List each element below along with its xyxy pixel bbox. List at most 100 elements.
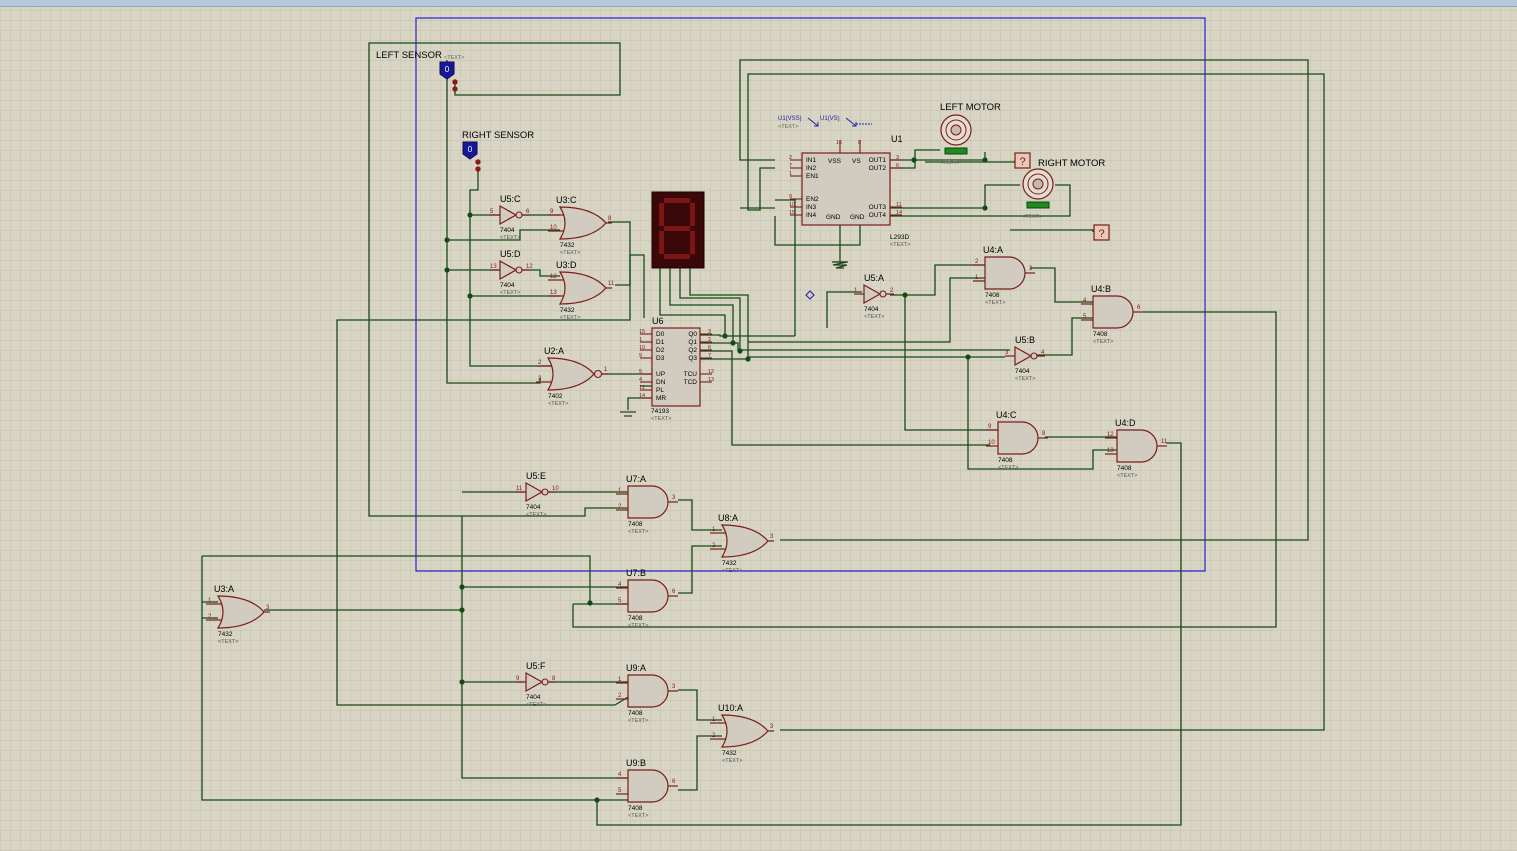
- gate-name-label: U4:B: [1091, 284, 1111, 294]
- inversion-bubble: [515, 266, 523, 274]
- gate-name-label: U5:E: [526, 471, 546, 481]
- gate-pin-number: 12: [1107, 432, 1114, 438]
- and-gate-body[interactable]: [997, 421, 1039, 455]
- pin-terminal-icon: [452, 79, 458, 85]
- counter-pin-number: 6: [708, 345, 711, 351]
- gate-pin-number: 11: [516, 486, 523, 492]
- counter-pin-number: 7: [708, 353, 711, 359]
- and-gate-body[interactable]: [1092, 295, 1134, 329]
- counter-pin-name: Q0: [688, 331, 697, 338]
- power-terminal-label: U1(VSS): [778, 116, 802, 122]
- gate-pin-number: 11: [1161, 439, 1168, 445]
- gate-name-label: U9:A: [626, 663, 646, 673]
- gate-pin-number: 12: [550, 274, 557, 280]
- driver-pin-number: 14: [896, 210, 902, 216]
- gate-name-label: U5:F: [526, 661, 546, 671]
- gate-part-label: 7402: [548, 393, 563, 400]
- gate-pin-number: 13: [1107, 448, 1114, 454]
- junction-dot: [459, 679, 465, 685]
- gate-part-label: 7408: [1117, 465, 1132, 472]
- sensor-label: LEFT SENSOR: [376, 50, 442, 61]
- counter-pin-number: 14: [639, 393, 645, 399]
- inversion-bubble: [541, 678, 549, 686]
- junction-dot: [911, 157, 917, 163]
- driver-bottom-pin-name: GND: [850, 214, 865, 221]
- driver-pin-name: OUT3: [869, 204, 887, 211]
- motor-speed-indicator: [1026, 201, 1050, 209]
- gate-part-label: 7404: [864, 306, 879, 313]
- driver-pin-name: OUT1: [869, 157, 887, 164]
- gate-part-label: 7404: [526, 504, 541, 511]
- gate-name-label: U10:A: [718, 703, 743, 713]
- counter-part-label: 74193: [651, 408, 669, 415]
- gate-text-placeholder: <TEXT>: [1093, 339, 1113, 345]
- display-segment: [690, 203, 695, 226]
- driver-pin-name: IN3: [806, 204, 817, 211]
- gate-name-label: U3:D: [556, 260, 577, 270]
- gate-text-placeholder: <TEXT>: [722, 568, 742, 574]
- driver-pin-name: EN1: [806, 173, 819, 180]
- motor-shaft-icon: [1032, 178, 1044, 190]
- gate-pin-number: 10: [988, 440, 995, 446]
- gate-part-label: 7408: [628, 521, 643, 528]
- driver-pin-number: 9: [789, 194, 792, 200]
- gate-part-label: 7408: [985, 292, 1000, 299]
- gate-part-label: 7404: [500, 227, 515, 234]
- gate-name-label: U9:B: [626, 758, 646, 768]
- and-gate-body[interactable]: [627, 579, 669, 613]
- gate-name-label: U2:A: [544, 346, 564, 356]
- counter-pin-name: UP: [656, 371, 665, 378]
- gate-part-label: 7404: [526, 694, 541, 701]
- junction-dot: [467, 212, 473, 218]
- and-gate-body[interactable]: [984, 256, 1026, 290]
- and-gate-body[interactable]: [1116, 429, 1158, 463]
- sensor-text-placeholder: <TEXT>: [444, 55, 464, 61]
- counter-pin-number: 5: [639, 369, 642, 375]
- counter-pin-name: DN: [656, 379, 666, 386]
- driver-name-label: U1: [891, 134, 903, 144]
- unknown-terminal-mark: ?: [1019, 156, 1025, 168]
- gate-text-placeholder: <TEXT>: [628, 718, 648, 724]
- gate-text-placeholder: <TEXT>: [218, 639, 238, 645]
- gate-part-label: 7432: [560, 307, 575, 314]
- gate-part-label: 7432: [218, 631, 233, 638]
- gate-part-label: 7408: [628, 805, 643, 812]
- gate-name-label: U5:C: [500, 194, 521, 204]
- driver-pin-name: IN4: [806, 212, 817, 219]
- seven-segment-display[interactable]: 8: [651, 191, 705, 269]
- driver-top-pin-name: VSS: [828, 158, 842, 165]
- driver-pin-number: 3: [896, 155, 899, 161]
- driver-top-pin-number: 16: [836, 140, 842, 146]
- inversion-bubble: [541, 488, 549, 496]
- gate-name-label: U4:A: [983, 245, 1003, 255]
- gate-name-label: U5:B: [1015, 335, 1035, 345]
- and-gate-body[interactable]: [627, 769, 669, 803]
- gate-name-label: U7:B: [626, 568, 646, 578]
- counter-pin-name: TCD: [684, 379, 698, 386]
- counter-pin-number: 3: [708, 329, 711, 335]
- gate-text-placeholder: <TEXT>: [628, 529, 648, 535]
- pin-terminal-icon: [475, 159, 481, 165]
- display-segment: [659, 231, 664, 254]
- and-gate-body[interactable]: [627, 674, 669, 708]
- gate-pin-number: 10: [550, 225, 557, 231]
- driver-part-label: L293D: [890, 234, 909, 241]
- schematic-canvas[interactable]: U5:C5 67404<TEXT>U5:D13 127404<TEXT>U3:C91…: [0, 0, 1517, 851]
- driver-pin-number: 7: [789, 163, 792, 169]
- and-gate-body[interactable]: [627, 485, 669, 519]
- driver-pin-number: 1: [789, 171, 792, 177]
- counter-pin-name: Q2: [688, 347, 697, 354]
- counter-pin-number: 13: [708, 377, 714, 383]
- junction-dot: [722, 333, 728, 339]
- gate-text-placeholder: <TEXT>: [985, 300, 1005, 306]
- power-terminal-label: U1(VS): [820, 116, 840, 122]
- gate-name-label: U8:A: [718, 513, 738, 523]
- junction-dot: [982, 157, 988, 163]
- counter-name-label: U6: [652, 316, 664, 326]
- gate-part-label: 7432: [722, 750, 737, 757]
- junction-dot: [459, 607, 465, 613]
- motor-text-placeholder: <TEXT>: [1022, 214, 1042, 220]
- driver-pin-number: 6: [896, 163, 899, 169]
- gate-text-placeholder: <TEXT>: [998, 465, 1018, 471]
- gate-text-placeholder: <TEXT>: [560, 315, 580, 321]
